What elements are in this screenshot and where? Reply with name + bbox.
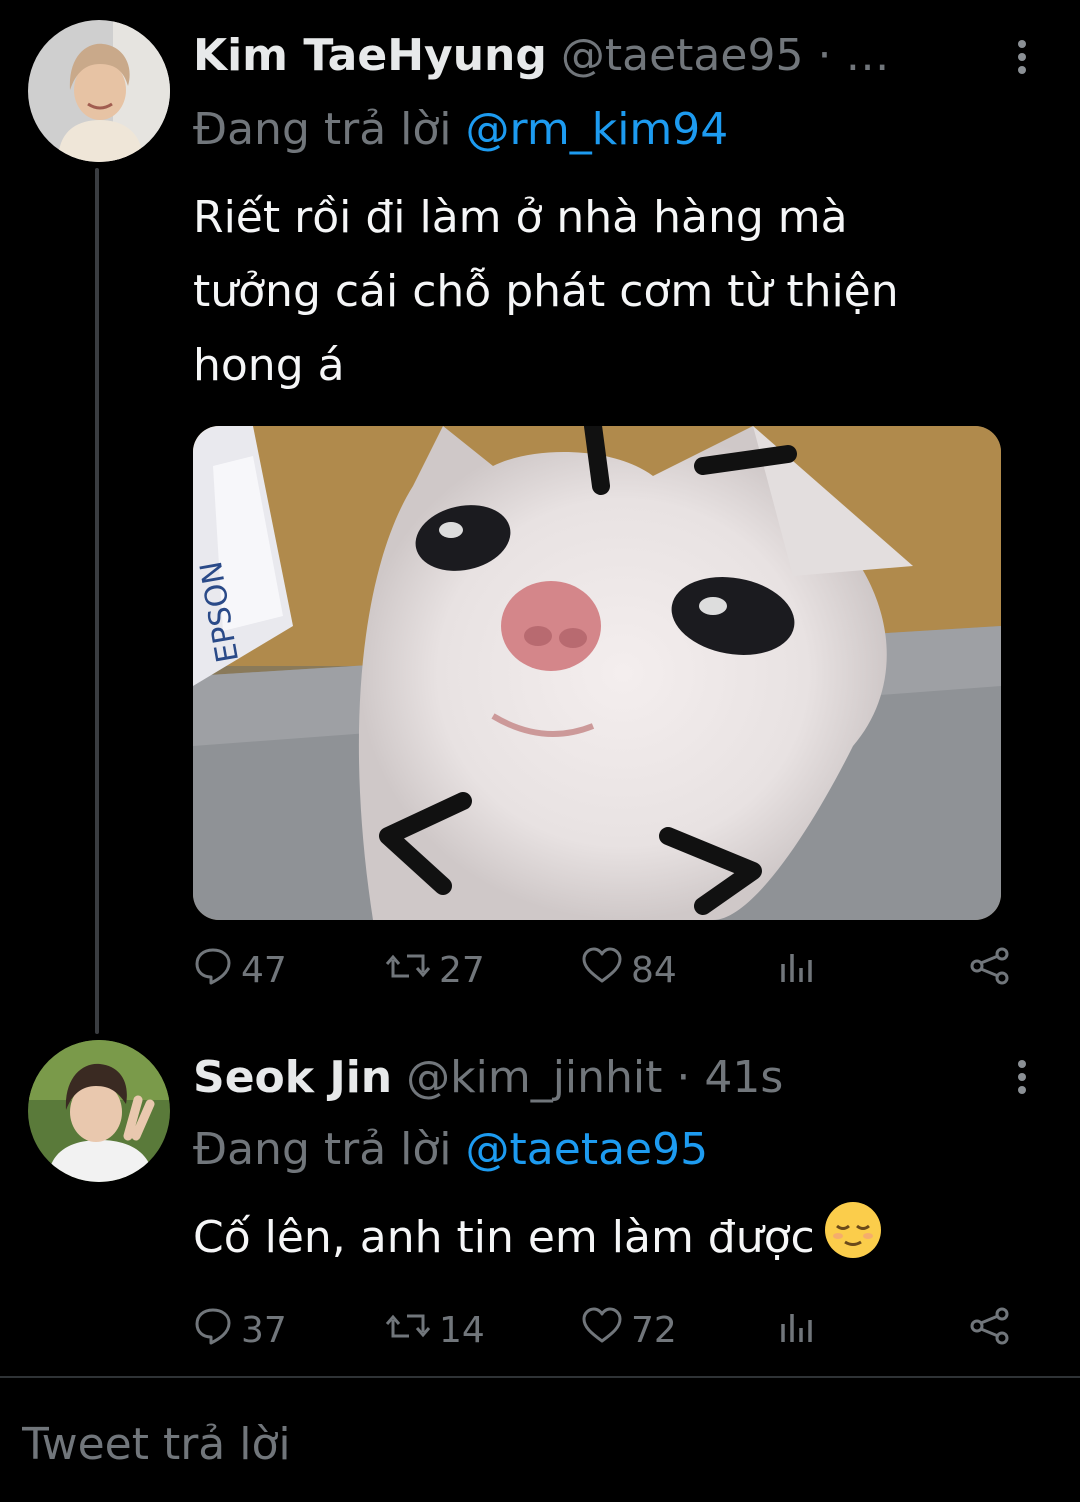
more-options-button[interactable] bbox=[1004, 36, 1040, 80]
author-name[interactable]: Kim TaeHyung bbox=[193, 30, 547, 81]
retweet-icon bbox=[385, 946, 439, 995]
replying-prefix: Đang trả lời bbox=[193, 104, 452, 155]
meta-separator: · bbox=[817, 30, 832, 81]
tweet-text-line: Cố lên, anh tin em làm được bbox=[193, 1212, 815, 1263]
reply-input[interactable] bbox=[22, 1414, 1042, 1474]
retweet-button[interactable]: 27 bbox=[385, 948, 485, 992]
tweet-time: 41s bbox=[704, 1052, 784, 1103]
author-handle[interactable]: @kim_jinhit bbox=[406, 1052, 662, 1103]
like-button[interactable]: 72 bbox=[581, 1306, 677, 1355]
analytics-button[interactable] bbox=[777, 1308, 825, 1352]
comment-icon bbox=[193, 946, 241, 995]
reply-count: 47 bbox=[241, 949, 287, 991]
tweet-text: Cố lên, anh tin em làm được bbox=[193, 1200, 1023, 1283]
tweet-media-image[interactable]: EPSON bbox=[193, 426, 1001, 920]
replying-to-line: Đang trả lời @rm_kim94 bbox=[193, 104, 728, 156]
share-icon bbox=[969, 1306, 1019, 1355]
retweet-count: 27 bbox=[439, 949, 485, 991]
share-button[interactable] bbox=[969, 946, 1019, 995]
more-vertical-icon bbox=[1004, 40, 1040, 74]
tweet-actions: 47 27 84 bbox=[193, 946, 1023, 995]
analytics-icon bbox=[777, 1306, 825, 1355]
replying-prefix: Đang trả lời bbox=[193, 1124, 452, 1175]
retweet-icon bbox=[385, 1306, 439, 1355]
tweet-text-line: hong á bbox=[193, 340, 345, 391]
heart-icon bbox=[581, 1306, 631, 1355]
tweet-text-line: tưởng cái chỗ phát cơm từ thiện bbox=[193, 266, 899, 317]
tweet-actions: 37 14 72 bbox=[193, 1306, 1023, 1355]
share-button[interactable] bbox=[969, 1306, 1019, 1355]
replying-to-line: Đang trả lời @taetae95 bbox=[193, 1124, 708, 1176]
tweet-text-line: Riết rồi đi làm ở nhà hàng mà bbox=[193, 192, 848, 243]
tweet-text: Riết rồi đi làm ở nhà hàng mà tưởng cái … bbox=[193, 181, 1023, 403]
like-count: 72 bbox=[631, 1309, 677, 1351]
retweet-button[interactable]: 14 bbox=[385, 1308, 485, 1352]
replying-to-mention[interactable]: @rm_kim94 bbox=[466, 104, 729, 155]
author-handle[interactable]: @taetae95 bbox=[561, 30, 804, 81]
reply-button[interactable]: 47 bbox=[193, 948, 287, 992]
meta-separator: · bbox=[676, 1052, 691, 1103]
retweet-count: 14 bbox=[439, 1309, 485, 1351]
relieved-face-emoji bbox=[823, 1200, 883, 1283]
thread-connector-line bbox=[95, 168, 99, 1034]
share-icon bbox=[969, 946, 1019, 995]
comment-icon bbox=[193, 1306, 241, 1355]
like-count: 84 bbox=[631, 949, 677, 991]
avatar-seok-jin[interactable] bbox=[28, 1040, 170, 1182]
avatar-kim-taehyung[interactable] bbox=[28, 20, 170, 162]
analytics-icon bbox=[777, 946, 825, 995]
more-options-button[interactable] bbox=[1004, 1056, 1040, 1100]
tweet-time: … bbox=[845, 30, 890, 81]
heart-icon bbox=[581, 946, 631, 995]
analytics-button[interactable] bbox=[777, 948, 825, 992]
replying-to-mention[interactable]: @taetae95 bbox=[466, 1124, 709, 1175]
like-button[interactable]: 84 bbox=[581, 946, 677, 995]
reply-count: 37 bbox=[241, 1309, 287, 1351]
reply-button[interactable]: 37 bbox=[193, 1308, 287, 1352]
author-name[interactable]: Seok Jin bbox=[193, 1052, 392, 1103]
more-vertical-icon bbox=[1004, 1060, 1040, 1094]
reply-bar bbox=[0, 1378, 1080, 1502]
